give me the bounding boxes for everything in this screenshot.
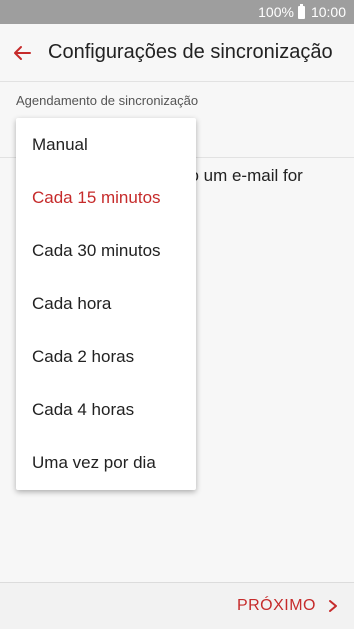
chevron-right-icon	[328, 599, 338, 613]
dropdown-option[interactable]: Cada 30 minutos	[16, 224, 196, 277]
arrow-left-icon[interactable]	[12, 42, 34, 64]
dropdown-option[interactable]: Cada 15 minutos	[16, 171, 196, 224]
app-bar: Configurações de sincronização	[0, 24, 354, 82]
page-title: Configurações de sincronização	[48, 41, 333, 63]
sync-frequency-dropdown: Manual Cada 15 minutos Cada 30 minutos Cada…	[16, 118, 196, 490]
dropdown-option[interactable]: Cada 2 horas	[16, 330, 196, 383]
dropdown-option[interactable]: Manual	[16, 118, 196, 171]
bottom-bar: PRÓXIMO	[0, 582, 354, 629]
battery-icon	[297, 3, 305, 19]
dropdown-option[interactable]: Cada hora	[16, 277, 196, 330]
next-button-label: PRÓXIMO	[236, 597, 316, 614]
section-label: Agendamento de sincronização	[16, 93, 199, 108]
next-button[interactable]: PRÓXIMO	[237, 597, 338, 615]
status-time: 10:00	[310, 4, 346, 20]
dropdown-option[interactable]: Cada 4 horas	[16, 383, 196, 436]
battery-percentage: 100%	[258, 4, 294, 20]
dropdown-option[interactable]: Uma vez por dia	[16, 436, 196, 489]
status-bar: 100% 10:00	[0, 0, 354, 24]
